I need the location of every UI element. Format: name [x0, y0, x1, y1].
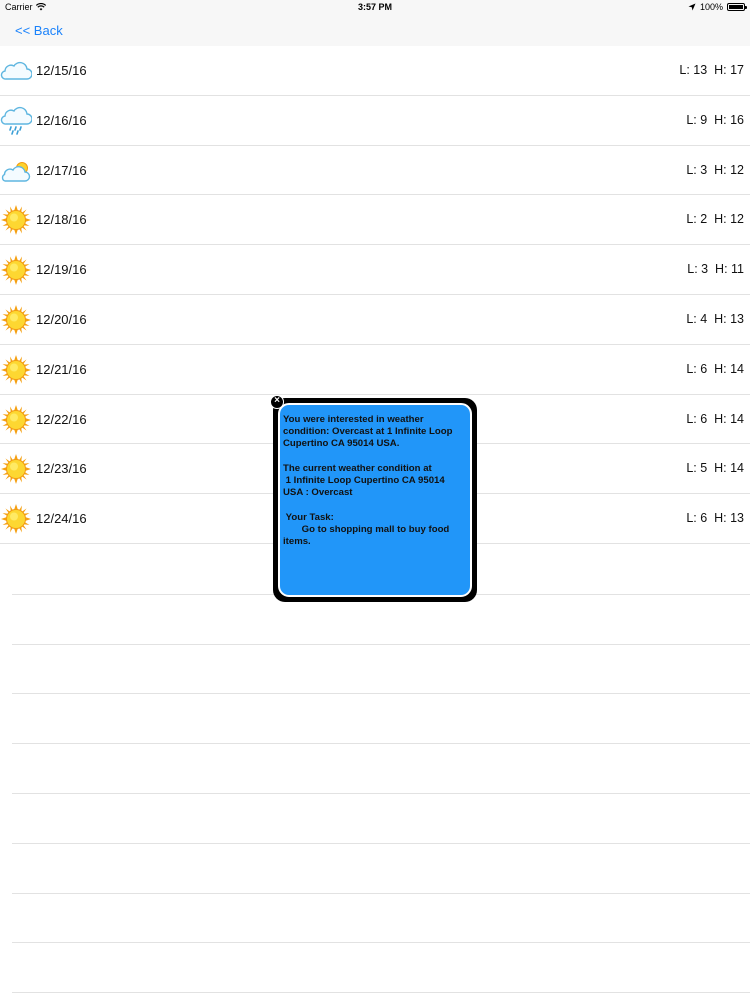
empty-row-separator	[12, 842, 750, 844]
empty-row-separator	[12, 643, 750, 645]
empty-row-separator	[12, 942, 750, 944]
empty-row-separator	[12, 793, 750, 794]
forecast-temperatures: L: 2 H: 12	[686, 212, 744, 227]
forecast-temperatures: L: 4 H: 13	[686, 311, 744, 326]
forecast-temperatures: L: 6 H: 14	[686, 411, 744, 426]
forecast-temperatures: L: 6 H: 13	[686, 511, 744, 526]
forecast-temperatures: L: 13 H: 17	[679, 63, 744, 77]
partly-cloudy-icon	[0, 155, 32, 187]
forecast-temperatures: L: 9 H: 16	[686, 112, 744, 127]
forecast-row[interactable]: 12/20/16 L: 4 H: 13	[0, 295, 750, 345]
forecast-date: 12/18/16	[36, 212, 87, 228]
forecast-date: 12/20/16	[36, 311, 87, 327]
forecast-date: 12/24/16	[36, 511, 87, 527]
forecast-row[interactable]: 12/16/16 L: 9 H: 16	[0, 96, 750, 146]
sun-icon	[0, 254, 32, 286]
sun-icon	[0, 204, 32, 236]
forecast-date: 12/17/16	[36, 162, 87, 178]
forecast-temperatures: L: 6 H: 14	[686, 361, 744, 376]
location-arrow-icon	[688, 3, 696, 11]
sun-icon	[0, 354, 32, 386]
navigation-bar: << Back	[0, 16, 750, 46]
battery-icon	[727, 3, 747, 11]
status-bar: Carrier 3:57 PM 100%	[0, 0, 750, 16]
battery-level	[729, 5, 743, 9]
forecast-row[interactable]: 12/19/16 L: 3 H: 11	[0, 245, 750, 295]
empty-row-separator	[12, 693, 750, 695]
forecast-temperatures: L: 3 H: 11	[687, 262, 744, 277]
sun-icon	[0, 453, 32, 485]
battery-percent: 100%	[699, 2, 723, 12]
forecast-date: 12/22/16	[36, 411, 87, 427]
forecast-date: 12/19/16	[36, 262, 87, 278]
cloud-icon	[0, 55, 33, 87]
popup-message: You were interested in weather condition…	[278, 403, 472, 597]
forecast-row[interactable]: 12/18/16 L: 2 H: 12	[0, 195, 750, 246]
forecast-temperatures: L: 3 H: 12	[686, 162, 744, 177]
forecast-row[interactable]: 12/15/16 L: 13 H: 17	[0, 46, 750, 96]
status-time: 3:57 PM	[357, 2, 392, 12]
weather-screen: Carrier 3:57 PM 100% << Back 12/15/16 L: …	[0, 0, 750, 1000]
forecast-row[interactable]: 12/17/16 L: 3 H: 12	[0, 146, 750, 196]
status-right: 100%	[688, 2, 747, 12]
weather-alert-popup: You were interested in weather condition…	[270, 395, 477, 602]
sun-icon	[0, 503, 32, 535]
forecast-date: 12/23/16	[36, 461, 87, 477]
close-icon[interactable]: ×	[270, 395, 284, 409]
empty-row-separator	[12, 892, 750, 894]
forecast-temperatures: L: 5 H: 14	[686, 461, 744, 476]
forecast-row[interactable]: 12/21/16 L: 6 H: 14	[0, 345, 750, 395]
sun-icon	[0, 304, 32, 336]
sun-icon	[0, 404, 32, 436]
forecast-date: 12/15/16	[36, 63, 87, 78]
empty-row-separator	[12, 992, 750, 994]
back-button[interactable]: << Back	[15, 23, 63, 38]
forecast-date: 12/21/16	[36, 361, 87, 377]
empty-row-separator	[12, 743, 750, 745]
rain-cloud-icon	[0, 105, 33, 137]
forecast-date: 12/16/16	[36, 112, 87, 128]
